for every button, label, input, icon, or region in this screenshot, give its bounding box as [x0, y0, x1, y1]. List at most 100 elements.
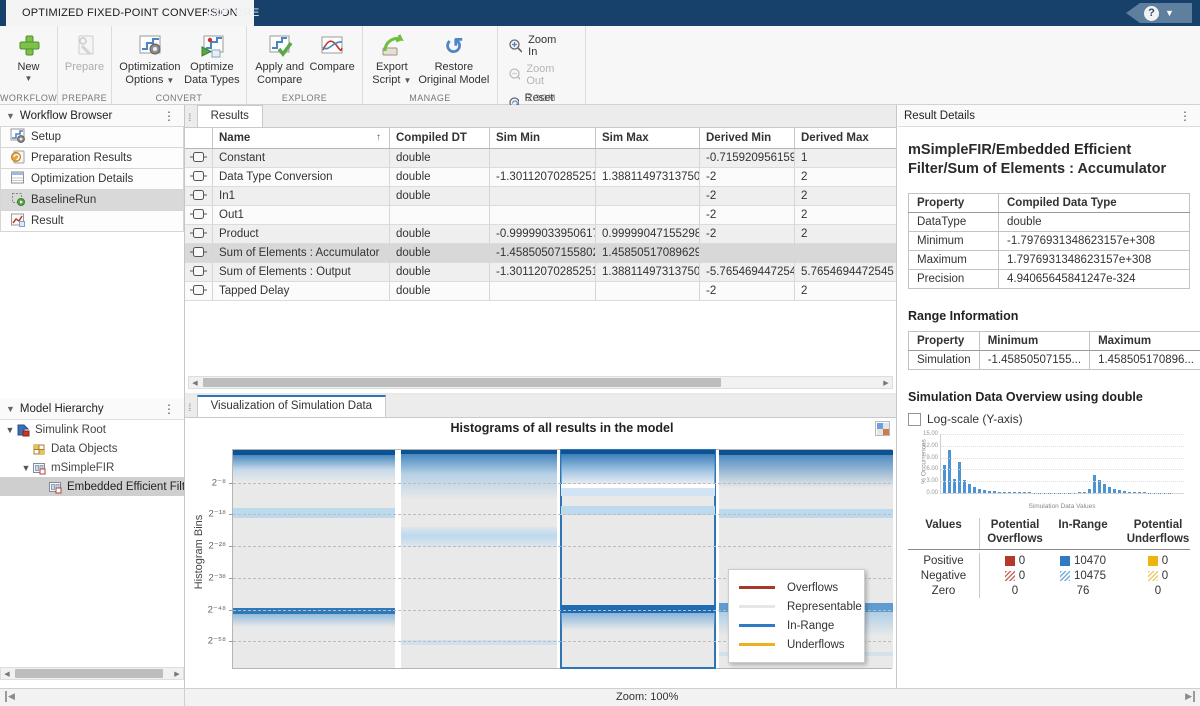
section-convert: Optimization Options ▼ Optimize Data Typ… — [112, 26, 247, 104]
section-label-workflow: WORKFLOW — [0, 93, 57, 103]
column-header-derived-min[interactable]: Derived Min — [700, 128, 795, 148]
result-icon — [10, 212, 25, 230]
export-script-button[interactable]: Export Script ▼ — [368, 29, 416, 87]
column-header-compiled-dt[interactable]: Compiled DT — [390, 128, 490, 148]
zoom-in-button[interactable]: Zoom In — [507, 33, 574, 59]
tree-item-embedded-efficient-filte[interactable]: Embedded Efficient Filte — [0, 477, 184, 496]
histogram-column-0[interactable] — [233, 450, 395, 668]
result-row-data-type-conversion[interactable]: Data Type Conversiondouble-1.30112070285… — [185, 168, 896, 187]
tree-item-simulink-root[interactable]: ▼Simulink Root — [0, 420, 184, 439]
values-summary-table: Values Potential Overflows In-Range Pote… — [908, 518, 1190, 598]
result-row-in1[interactable]: In1double-22 — [185, 187, 896, 206]
section-label-zoom: ZOOM — [498, 93, 585, 103]
chart-play-icon — [198, 31, 226, 61]
tree-expand-icon[interactable]: ▼ — [20, 463, 32, 473]
left-horizontal-scrollbar[interactable]: ◀ ▶ — [0, 667, 184, 680]
help-button[interactable]: ? ▼ — [1126, 3, 1192, 23]
drag-grip-icon[interactable]: ⁞⁞ — [185, 403, 192, 417]
th-compiled-data-type: Compiled Data Type — [999, 194, 1190, 213]
tree-item-msimplefir[interactable]: ▼mSimpleFIR — [0, 458, 184, 477]
workflow-item-baselinerun[interactable]: BaselineRun — [0, 189, 184, 211]
result-row-sum-of-elements-output[interactable]: Sum of Elements : Outputdouble-1.3011207… — [185, 263, 896, 282]
collapse-arrow-icon[interactable]: ▼ — [6, 111, 15, 121]
result-row-product[interactable]: Productdouble-0.99999033950617...0.99999… — [185, 225, 896, 244]
y-tick-label: 2⁻⁸ — [212, 477, 226, 488]
mini-y-tick-label: 9.00 — [926, 455, 938, 461]
result-row-tapped-delay[interactable]: Tapped Delaydouble-22 — [185, 282, 896, 301]
optimize-data-types-button[interactable]: Optimize Data Types — [183, 29, 241, 87]
mini-y-tick-label: 12.00 — [923, 443, 938, 449]
row-label: Zero — [908, 583, 980, 598]
collapse-left-panel-icon[interactable]: ◀ — [5, 691, 15, 702]
potential-overflows-header: Potential Overflows — [980, 518, 1050, 549]
visualization-panel: ⁞⁞ Visualization of Simulation Data Hist… — [185, 395, 896, 688]
range-information-table: Property Minimum Maximum Simulation -1.4… — [908, 331, 1200, 370]
in-range-hatched-swatch — [1060, 571, 1070, 581]
histogram-column-1[interactable] — [401, 450, 557, 668]
values-header: Values — [908, 518, 980, 549]
column-header-icon — [185, 128, 213, 148]
table-row: Simulation -1.45850507155... 1.458505170… — [909, 351, 1200, 370]
tab-results[interactable]: Results — [197, 105, 263, 127]
sort-ascending-icon: ↑ — [376, 132, 381, 143]
in-range-line-icon — [739, 624, 775, 627]
center-panel: ⁞⁞ Results Name↑ Compiled DT Sim Min Sim… — [185, 105, 897, 688]
kebab-menu-icon[interactable]: ⋮ — [160, 109, 178, 123]
overflow-solid-swatch — [1005, 556, 1015, 566]
scroll-left-icon[interactable]: ◀ — [189, 379, 201, 387]
column-header-name[interactable]: Name↑ — [213, 128, 390, 148]
restore-original-model-button[interactable]: ↺ Restore Original Model — [416, 29, 492, 87]
results-horizontal-scrollbar[interactable]: ◀ ▶ — [188, 376, 893, 389]
zoom-out-button[interactable]: Zoom Out — [507, 62, 574, 88]
result-details-title: Result Details — [904, 110, 1176, 122]
kebab-menu-icon[interactable]: ⋮ — [160, 402, 178, 416]
toolstrip: New ▼ WORKFLOW Prepare PREPARE Optimizat… — [0, 26, 1200, 105]
log-scale-checkbox-row[interactable]: Log-scale (Y-axis) — [908, 412, 1190, 426]
histogram-column-2-selected[interactable] — [561, 450, 715, 668]
scroll-right-icon[interactable]: ▶ — [880, 379, 892, 387]
prepare-button[interactable]: Prepare — [63, 29, 106, 74]
scroll-right-icon[interactable]: ▶ — [171, 670, 183, 678]
result-row-sum-of-elements-accumulator[interactable]: Sum of Elements : Accumulatordouble-1.45… — [185, 244, 896, 263]
result-row-constant[interactable]: Constantdouble-0.71592095615958...1 — [185, 149, 896, 168]
compare-button[interactable]: Compare — [307, 29, 357, 74]
mini-y-tick-label: 15.00 — [923, 431, 938, 437]
y-tick-label: 2⁻²⁸ — [209, 540, 226, 551]
signal-block-icon — [190, 246, 207, 261]
checkbox-icon[interactable] — [908, 413, 921, 426]
underflow-solid-swatch — [1148, 556, 1158, 566]
plot-tools-icon[interactable] — [875, 421, 890, 436]
collapse-arrow-icon[interactable]: ▼ — [6, 404, 15, 414]
tree-item-data-objects[interactable]: Data Objects — [0, 439, 184, 458]
subsystem-icon — [32, 461, 46, 475]
signal-block-icon — [190, 151, 207, 166]
tab-explore[interactable]: EXPLORE — [190, 0, 275, 26]
workflow-item-result[interactable]: Result — [0, 210, 184, 232]
result-row-out1[interactable]: Out1-22 — [185, 206, 896, 225]
tab-visualization[interactable]: Visualization of Simulation Data — [197, 395, 387, 417]
workflow-item-setup[interactable]: Setup — [0, 126, 184, 148]
new-button[interactable]: New ▼ — [5, 29, 52, 83]
optimization-options-button[interactable]: Optimization Options ▼ — [117, 29, 183, 87]
magnifier-minus-icon — [509, 68, 520, 82]
underflows-line-icon — [739, 643, 775, 646]
column-header-derived-max[interactable]: Derived Max — [795, 128, 896, 148]
column-header-sim-min[interactable]: Sim Min — [490, 128, 596, 148]
drag-grip-icon[interactable]: ⁞⁞ — [185, 113, 192, 127]
potential-underflows-header: Potential Underflows — [1116, 518, 1200, 549]
column-header-sim-max[interactable]: Sim Max — [596, 128, 700, 148]
mini-histogram: % Occurrences 15.0012.009.006.003.000.00… — [908, 432, 1190, 510]
kebab-menu-icon[interactable]: ⋮ — [1176, 109, 1194, 123]
table-row: Maximum1.7976931348623157e+308 — [909, 251, 1190, 270]
workflow-item-optimization-details[interactable]: Optimization Details — [0, 168, 184, 190]
tree-expand-icon[interactable]: ▼ — [4, 425, 16, 435]
results-table-header: Name↑ Compiled DT Sim Min Sim Max Derive… — [185, 128, 896, 149]
scroll-left-icon[interactable]: ◀ — [1, 670, 13, 678]
apply-and-compare-button[interactable]: Apply and Compare — [252, 29, 307, 87]
compiled-data-type-table: Property Compiled Data Type DataTypedoub… — [908, 193, 1190, 289]
data-objects-icon — [32, 442, 46, 456]
results-tabstrip: ⁞⁞ Results — [185, 105, 896, 128]
workflow-item-preparation-results[interactable]: Preparation Results — [0, 147, 184, 169]
expand-right-panel-icon[interactable]: ▶ — [1185, 691, 1195, 702]
prepare-document-icon — [73, 31, 97, 61]
